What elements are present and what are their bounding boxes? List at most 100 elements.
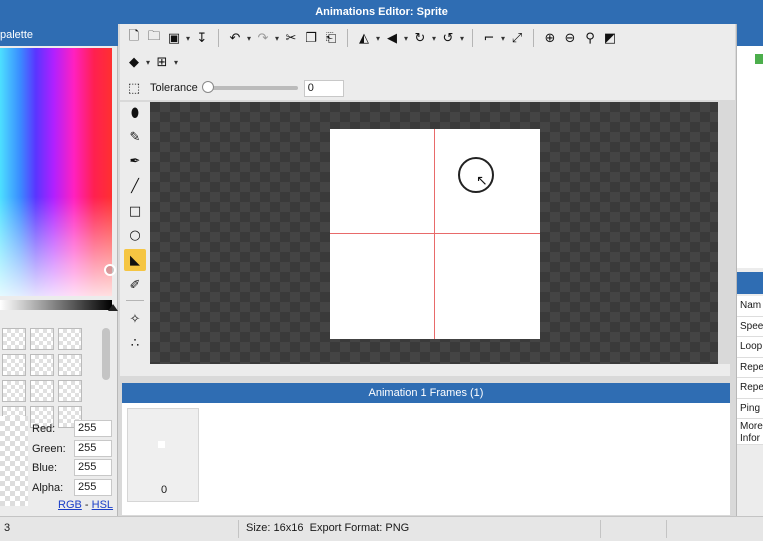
save-icon[interactable]: ▣ bbox=[164, 27, 184, 49]
swatch-grid bbox=[2, 328, 98, 428]
status-divider bbox=[238, 520, 239, 538]
redo-icon[interactable]: ↷ bbox=[253, 27, 273, 49]
flip-vertical-icon[interactable]: ◀ bbox=[382, 27, 402, 49]
canvas-viewport[interactable]: ↖ bbox=[150, 102, 718, 364]
red-label: Red: bbox=[32, 423, 56, 435]
palette-header: palette bbox=[0, 24, 118, 46]
eyedropper-icon[interactable]: ✐ bbox=[124, 274, 146, 296]
animations-header bbox=[737, 24, 763, 46]
property-loop[interactable]: Loop bbox=[737, 337, 763, 358]
color-swatch[interactable] bbox=[30, 328, 54, 350]
crop-dropdown-icon[interactable]: ▾ bbox=[499, 34, 507, 43]
zoom-fit-icon[interactable]: ⚲ bbox=[580, 27, 600, 49]
fill-bucket-icon[interactable]: ◣ bbox=[124, 249, 146, 271]
frame-thumbnail[interactable]: 0 bbox=[127, 408, 199, 502]
frame-preview bbox=[158, 441, 165, 448]
toolbar-row-secondary: ◆ ▾ ⊞ ▾ bbox=[124, 50, 180, 74]
property-repeat[interactable]: Repe bbox=[737, 357, 763, 378]
color-preview bbox=[0, 416, 28, 506]
zoom-out-icon[interactable]: ⊖ bbox=[560, 27, 580, 49]
crop-icon[interactable]: ⌐ bbox=[479, 27, 499, 49]
rotate-ccw-icon[interactable]: ↺ bbox=[438, 27, 458, 49]
ellipse-icon[interactable]: ○ bbox=[124, 224, 146, 246]
export-icon[interactable]: ↧ bbox=[192, 27, 212, 49]
tool-divider bbox=[126, 300, 144, 301]
cut-icon[interactable]: ✂ bbox=[281, 27, 301, 49]
palette-panel: palette Red: 255 Green: 255 Blue: 255 Al… bbox=[0, 24, 118, 516]
grid-icon[interactable]: ⊞ bbox=[152, 51, 172, 73]
redo-dropdown-icon[interactable]: ▾ bbox=[273, 34, 281, 43]
tolerance-slider[interactable] bbox=[201, 81, 298, 93]
flip-horizontal-dropdown-icon[interactable]: ▾ bbox=[374, 34, 382, 43]
layers-icon[interactable]: ◆ bbox=[124, 51, 144, 73]
background-toggle-icon[interactable]: ◩ bbox=[600, 27, 620, 49]
frame-number: 0 bbox=[160, 484, 168, 496]
save-dropdown-icon[interactable]: ▾ bbox=[184, 34, 192, 43]
frames-panel: 0 bbox=[122, 403, 730, 515]
status-frame-count: 3 bbox=[4, 522, 11, 534]
animation-color-indicator[interactable] bbox=[755, 54, 763, 64]
tolerance-field[interactable]: 0 bbox=[303, 79, 344, 97]
blue-field[interactable]: 255 bbox=[74, 459, 112, 476]
rectangle-icon[interactable]: □ bbox=[124, 200, 146, 222]
property-more-info[interactable]: More Infor bbox=[737, 419, 763, 445]
color-swatch[interactable] bbox=[58, 328, 82, 350]
paste-icon[interactable]: ⎗ bbox=[321, 27, 341, 49]
hsl-link[interactable]: HSL bbox=[92, 499, 113, 511]
rotate-cw-dropdown-icon[interactable]: ▾ bbox=[430, 34, 438, 43]
canvas-scroll-area bbox=[150, 364, 730, 376]
color-swatch[interactable] bbox=[58, 380, 82, 402]
frames-header: Animation 1 Frames (1) bbox=[122, 383, 730, 403]
rotate-cw-icon[interactable]: ↻ bbox=[410, 27, 430, 49]
color-spectrum[interactable] bbox=[0, 48, 112, 296]
rotate-ccw-dropdown-icon[interactable]: ▾ bbox=[458, 34, 466, 43]
color-swatch[interactable] bbox=[2, 328, 26, 350]
alpha-field[interactable]: 255 bbox=[74, 479, 112, 496]
swatch-scrollbar[interactable] bbox=[102, 328, 110, 380]
line-icon[interactable]: ╱ bbox=[124, 175, 146, 197]
tolerance-slider-handle[interactable] bbox=[201, 81, 214, 93]
brush-icon[interactable]: ✒ bbox=[124, 150, 146, 172]
color-swatch[interactable] bbox=[2, 380, 26, 402]
grid-line-vertical bbox=[434, 129, 435, 339]
editor-toolbar: 🗋 🗀 ▣ ▾ ↧ ↶ ▾ ↷ ▾ ✂ ❐ ⎗ ◭ ▾ ◀ ▾ ↻ ▾ ↺ ▾ … bbox=[120, 24, 735, 100]
node-icon[interactable]: ∴ bbox=[124, 332, 146, 354]
new-file-icon[interactable]: 🗋 bbox=[124, 27, 144, 49]
select-icon[interactable]: ⬚ bbox=[124, 77, 144, 99]
point-icon[interactable]: ✧ bbox=[124, 308, 146, 330]
rgb-link[interactable]: RGB bbox=[58, 499, 82, 511]
green-label: Green: bbox=[32, 443, 66, 455]
undo-dropdown-icon[interactable]: ▾ bbox=[245, 34, 253, 43]
flip-horizontal-icon[interactable]: ◭ bbox=[354, 27, 374, 49]
color-swatch[interactable] bbox=[58, 354, 82, 376]
layers-dropdown-icon[interactable]: ▾ bbox=[144, 58, 152, 67]
color-swatch[interactable] bbox=[30, 354, 54, 376]
pencil-icon[interactable]: ✎ bbox=[124, 126, 146, 148]
zoom-in-icon[interactable]: ⊕ bbox=[540, 27, 560, 49]
property-repeat-2[interactable]: Repe bbox=[737, 378, 763, 399]
color-swatch[interactable] bbox=[2, 354, 26, 376]
status-divider bbox=[600, 520, 601, 538]
toolbar-row-main: 🗋 🗀 ▣ ▾ ↧ ↶ ▾ ↷ ▾ ✂ ❐ ⎗ ◭ ▾ ◀ ▾ ↻ ▾ ↺ ▾ … bbox=[124, 26, 620, 50]
status-bar: 3 Size: 16x16 Export Format: PNG bbox=[0, 516, 763, 541]
red-field[interactable]: 255 bbox=[74, 420, 112, 437]
flip-vertical-dropdown-icon[interactable]: ▾ bbox=[402, 34, 410, 43]
eraser-icon[interactable]: ⬮ bbox=[124, 102, 146, 124]
copy-icon[interactable]: ❐ bbox=[301, 27, 321, 49]
grid-line-horizontal bbox=[330, 233, 540, 234]
property-speed[interactable]: Spee bbox=[737, 316, 763, 337]
property-ping-pong[interactable]: Ping bbox=[737, 398, 763, 419]
resize-icon[interactable]: ⤢ bbox=[507, 27, 527, 49]
undo-icon[interactable]: ↶ bbox=[225, 27, 245, 49]
tolerance-label: Tolerance bbox=[150, 82, 198, 94]
grid-dropdown-icon[interactable]: ▾ bbox=[172, 58, 180, 67]
sprite-canvas[interactable]: ↖ bbox=[330, 129, 540, 339]
property-name[interactable]: Nam bbox=[737, 296, 763, 317]
green-field[interactable]: 255 bbox=[74, 440, 112, 457]
open-folder-icon[interactable]: 🗀 bbox=[144, 27, 164, 49]
spectrum-picker-handle[interactable] bbox=[104, 264, 116, 276]
tool-palette: ⬮ ✎ ✒ ╱ □ ○ ◣ ✐ ✧ ∴ bbox=[120, 102, 150, 376]
brightness-strip[interactable] bbox=[0, 300, 112, 310]
brightness-arrow-icon[interactable] bbox=[108, 304, 118, 311]
color-swatch[interactable] bbox=[30, 380, 54, 402]
